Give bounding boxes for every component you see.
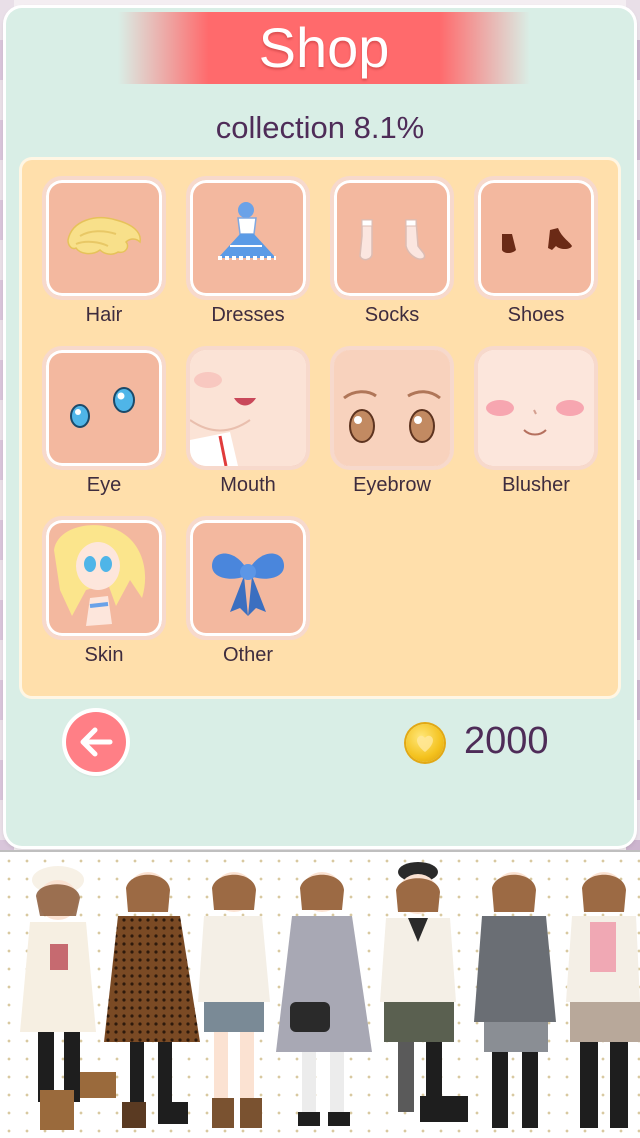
- category-label: Shoes: [507, 304, 565, 326]
- category-label: Eye: [86, 474, 122, 496]
- category-grid: Hair Dresses Socks Shoes Eye Mouth Eyebr…: [22, 160, 618, 696]
- title-banner: Shop: [118, 12, 530, 84]
- dress-icon: [218, 202, 276, 260]
- eye-icon: [70, 387, 135, 428]
- fashion-banner-image: [0, 850, 640, 1138]
- collection-percentage: collection 8.1%: [215, 110, 425, 145]
- category-other[interactable]: Other: [186, 516, 310, 676]
- category-label: Dresses: [211, 304, 285, 326]
- socks-icon: [359, 219, 426, 261]
- category-socks[interactable]: Socks: [330, 176, 454, 336]
- bow-icon: [212, 553, 284, 616]
- hair-icon: [67, 217, 141, 255]
- page-title: Shop: [258, 16, 390, 79]
- category-eye[interactable]: Eye: [42, 346, 166, 506]
- category-blusher[interactable]: Blusher: [474, 346, 598, 506]
- category-label: Mouth: [220, 474, 276, 496]
- category-mouth[interactable]: Mouth: [186, 346, 310, 506]
- category-eyebrow[interactable]: Eyebrow: [330, 346, 454, 506]
- category-label: Socks: [364, 304, 420, 326]
- fashion-girls-illustration: [20, 862, 640, 1130]
- category-shoes[interactable]: Shoes: [474, 176, 598, 336]
- skin-icon: [54, 525, 146, 626]
- category-skin[interactable]: Skin: [42, 516, 166, 676]
- category-label: Hair: [85, 304, 123, 326]
- eyebrow-icon: [334, 350, 450, 466]
- category-label: Eyebrow: [353, 474, 431, 496]
- shoes-icon: [502, 228, 572, 253]
- coin-heart-icon: [406, 724, 444, 762]
- category-label: Other: [222, 644, 274, 666]
- category-label: Blusher: [502, 474, 570, 496]
- mouth-icon: [190, 350, 306, 466]
- category-label: Skin: [84, 644, 124, 666]
- back-button[interactable]: [66, 712, 126, 772]
- blusher-icon: [478, 350, 594, 466]
- back-arrow-icon: [80, 727, 113, 757]
- category-hair[interactable]: Hair: [42, 176, 166, 336]
- category-dresses[interactable]: Dresses: [186, 176, 310, 336]
- coin-balance: 2000: [464, 720, 549, 762]
